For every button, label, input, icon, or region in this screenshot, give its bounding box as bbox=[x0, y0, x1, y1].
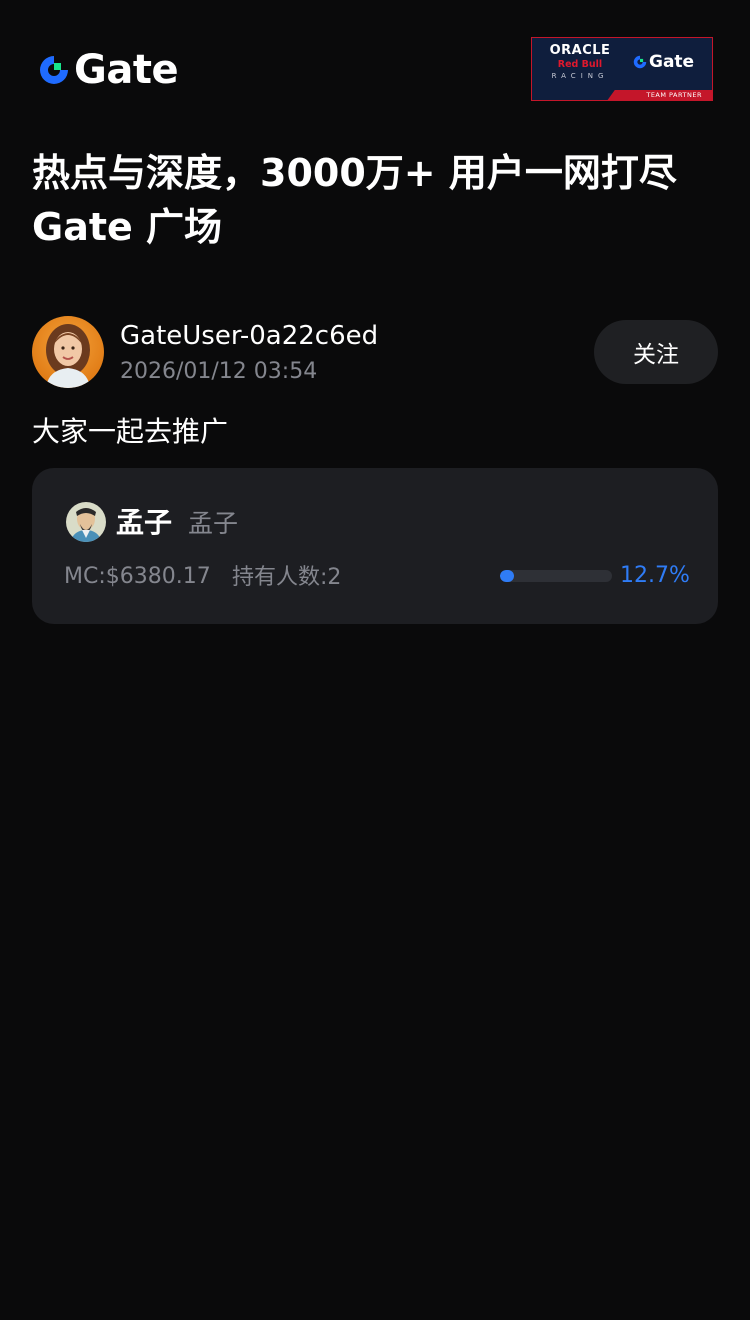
partner-oracle-text: ORACLE bbox=[549, 43, 611, 58]
partner-badge[interactable]: ORACLE Red Bull RACING Gate TEAM PARTNER bbox=[531, 37, 713, 101]
gate-logo-icon bbox=[40, 56, 68, 84]
user-avatar-image bbox=[32, 316, 104, 388]
username[interactable]: GateUser-0a22c6ed bbox=[120, 320, 378, 352]
partner-team-partner-text: TEAM PARTNER bbox=[646, 91, 702, 99]
token-avatar-image bbox=[66, 502, 106, 542]
post-header: GateUser-0a22c6ed 2026/01/12 03:54 关注 bbox=[32, 316, 718, 388]
bonding-progress-label: 12.7% bbox=[620, 563, 690, 588]
bonding-progress-fill bbox=[500, 570, 515, 582]
token-ticker: 孟子 bbox=[188, 509, 239, 538]
partner-gate: Gate bbox=[632, 52, 694, 72]
partner-racing-text: RACING bbox=[551, 72, 609, 80]
page-headline: 热点与深度，3000万+ 用户一网打尽 Gate 广场 bbox=[32, 151, 677, 249]
token-name: 孟子 bbox=[116, 506, 173, 539]
gate-logo-small-icon bbox=[633, 55, 647, 69]
token-market-cap: MC:$6380.17 bbox=[64, 564, 211, 589]
app-header: Gate ORACLE Red Bull RACING Gate TEAM PA… bbox=[0, 0, 750, 120]
partner-gate-text: Gate bbox=[649, 52, 695, 72]
logo-text: Gate bbox=[74, 47, 179, 93]
partner-oracle-redbull: ORACLE Red Bull RACING bbox=[540, 44, 620, 81]
partner-redbull-text: Red Bull bbox=[557, 59, 603, 70]
post-body-text: 大家一起去推广 bbox=[32, 415, 229, 448]
bonding-progress-bar bbox=[500, 570, 612, 582]
post-timestamp: 2026/01/12 03:54 bbox=[120, 359, 318, 384]
token-avatar bbox=[66, 502, 106, 542]
user-avatar[interactable] bbox=[32, 316, 104, 388]
token-card[interactable]: 孟子 孟子 MC:$6380.17 持有人数:2 12.7% bbox=[32, 468, 718, 624]
gate-logo[interactable]: Gate bbox=[36, 47, 179, 93]
follow-button[interactable]: 关注 bbox=[594, 320, 718, 384]
token-holders: 持有人数:2 bbox=[232, 565, 342, 590]
